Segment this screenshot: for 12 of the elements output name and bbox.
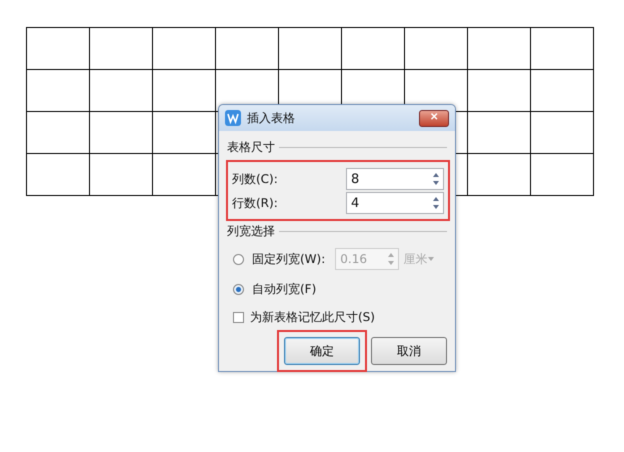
checkbox-label: 为新表格记忆此尺寸(S)	[250, 308, 375, 326]
option-label: 固定列宽(W):	[252, 250, 326, 268]
field-label: 列数(C):	[232, 170, 278, 188]
window-title: 插入表格	[247, 110, 296, 126]
number-field[interactable]: 8	[346, 168, 444, 190]
group-title: 表格尺寸	[227, 139, 275, 156]
cancel-button[interactable]: 取消	[371, 337, 447, 365]
option-label: 自动列宽(F)	[252, 280, 316, 298]
number-field[interactable]: 4	[346, 192, 444, 214]
group-title: 列宽选择	[227, 223, 275, 240]
field-label: 行数(R):	[232, 194, 278, 212]
ok-button[interactable]: 确定	[284, 337, 360, 365]
